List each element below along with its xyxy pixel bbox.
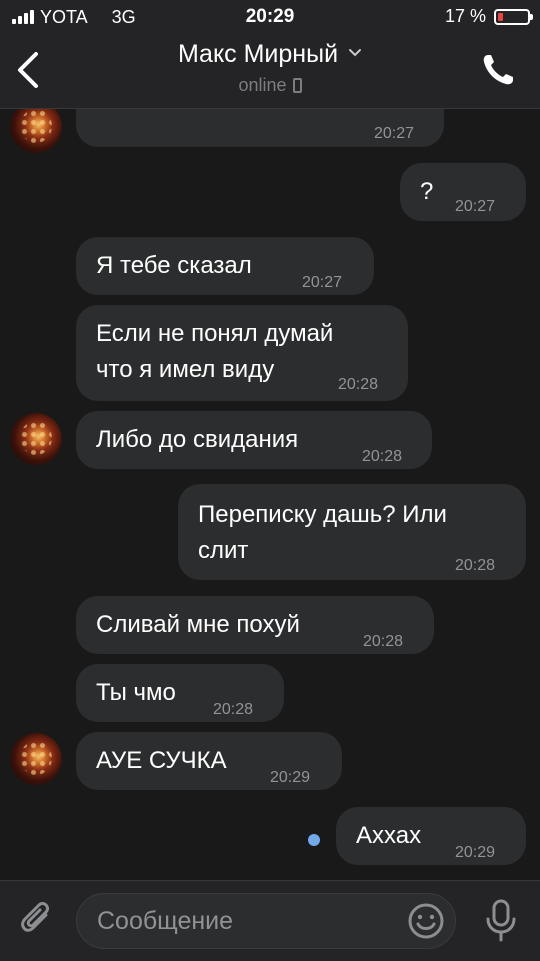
phone-icon bbox=[483, 55, 513, 85]
message-input[interactable]: Сообщение bbox=[76, 893, 456, 949]
message-time: 20:28 bbox=[363, 633, 404, 650]
avatar[interactable] bbox=[10, 413, 62, 465]
message-bubble-incoming[interactable]: Либо до свидания 20:28 bbox=[76, 411, 432, 469]
message-time: 20:28 bbox=[362, 448, 403, 465]
chevron-down-icon bbox=[349, 48, 362, 56]
message-time: 20:27 bbox=[455, 198, 496, 215]
message-text: что я имел виду bbox=[96, 356, 275, 383]
message-text: Переписку дашь? Или bbox=[198, 501, 447, 528]
back-button[interactable] bbox=[12, 50, 48, 90]
message-time: 20:28 bbox=[338, 376, 379, 393]
message-text: Сливай мне похуй bbox=[96, 611, 300, 638]
chat-title-block[interactable]: Макс Мирный online bbox=[120, 40, 420, 96]
message-time: 20:29 bbox=[455, 844, 496, 861]
unread-indicator bbox=[308, 834, 320, 846]
message-bubble-incoming[interactable]: Сливай мне похуй 20:28 bbox=[76, 596, 434, 654]
message-bubble-outgoing[interactable]: ? 20:27 bbox=[400, 163, 526, 221]
message-bubble-outgoing[interactable]: Аххах 20:29 bbox=[336, 807, 526, 865]
smile-icon bbox=[408, 903, 444, 939]
message-text: Либо до свидания bbox=[96, 426, 299, 453]
message-time: 20:27 bbox=[302, 274, 343, 291]
microphone-icon bbox=[486, 899, 516, 942]
message-bubble-incoming[interactable]: Если не понял думай что я имел виду 20:2… bbox=[76, 305, 408, 401]
message-composer: Сообщение bbox=[0, 880, 540, 961]
message-text: Ты чмо bbox=[96, 679, 176, 706]
avatar[interactable] bbox=[10, 733, 62, 785]
status-right: 17 % bbox=[444, 6, 533, 27]
battery-percent: 17 % bbox=[444, 6, 486, 26]
message-text: Я тебе сказал bbox=[96, 252, 252, 279]
message-bubble-incoming[interactable]: АУЕ СУЧКА 20:29 bbox=[76, 732, 342, 790]
message-text: слит bbox=[198, 537, 249, 564]
call-button[interactable] bbox=[480, 52, 516, 88]
message-text: АУЕ СУЧКА bbox=[96, 747, 227, 774]
message-list[interactable]: 20:27 ? 20:27 Я тебе сказал 20:27 Если н… bbox=[0, 109, 540, 880]
message-time: 20:27 bbox=[374, 125, 415, 142]
online-status: online bbox=[238, 75, 287, 95]
chevron-left-icon bbox=[18, 52, 38, 88]
message-bubble-incoming[interactable]: 20:27 bbox=[76, 109, 444, 147]
chat-title: Макс Мирный bbox=[177, 40, 339, 68]
chat-header: Макс Мирный online bbox=[0, 34, 540, 109]
status-bar: YOTA 3G 20:29 17 % bbox=[0, 0, 540, 34]
voice-message-button[interactable] bbox=[484, 899, 518, 943]
mobile-phone-icon bbox=[292, 78, 302, 93]
message-text: Аххах bbox=[356, 822, 422, 849]
message-bubble-incoming[interactable]: Я тебе сказал 20:27 bbox=[76, 237, 374, 295]
message-input-placeholder: Сообщение bbox=[97, 907, 234, 935]
message-bubble-incoming[interactable]: Ты чмо 20:28 bbox=[76, 664, 284, 722]
message-time: 20:28 bbox=[213, 701, 254, 718]
message-time: 20:29 bbox=[270, 769, 311, 786]
message-text: ? bbox=[420, 178, 434, 205]
battery-level bbox=[498, 12, 503, 21]
message-time: 20:28 bbox=[455, 557, 496, 574]
paperclip-icon bbox=[21, 902, 49, 932]
message-text: Если не понял думай bbox=[96, 320, 334, 347]
emoji-button[interactable] bbox=[407, 902, 445, 940]
message-bubble-outgoing[interactable]: Переписку дашь? Или слит 20:28 bbox=[178, 484, 526, 580]
battery-icon bbox=[494, 8, 533, 25]
avatar[interactable] bbox=[10, 109, 62, 153]
attach-button[interactable] bbox=[20, 901, 56, 941]
